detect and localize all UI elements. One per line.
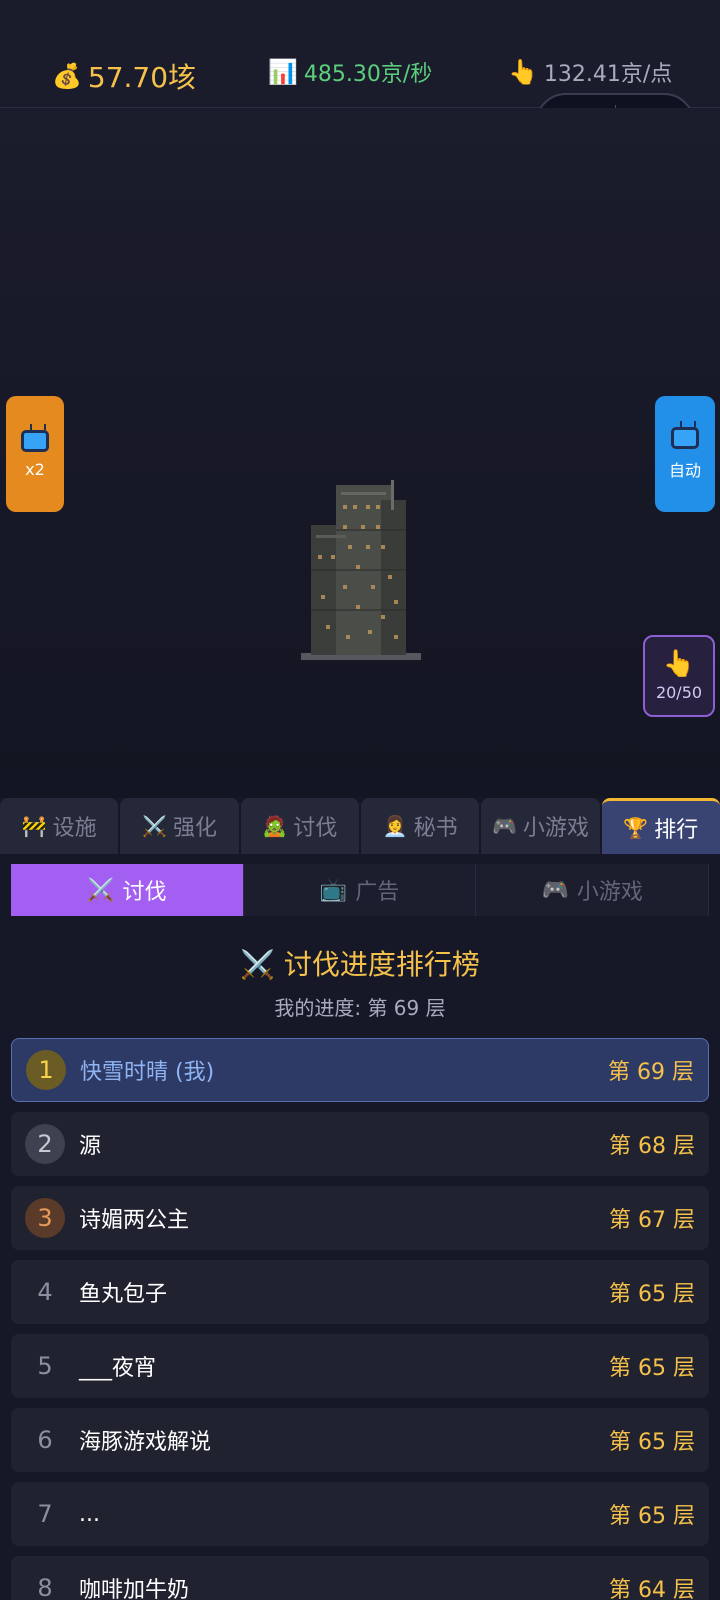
player-name: 源 (79, 1134, 102, 1159)
rank-number: 8 (37, 1574, 53, 1600)
gamepad-icon: 🎮 (492, 814, 517, 838)
player-name: 咖啡加牛奶 (79, 1578, 190, 1600)
rank-number: 4 (37, 1278, 53, 1306)
subtab-crusade[interactable]: ⚔️ 讨伐 (11, 864, 244, 916)
rank-number: 5 (37, 1352, 53, 1380)
tv-icon (21, 429, 49, 452)
auto-label: 自动 (668, 461, 701, 480)
rate-stat: 📊 485.30京/秒 (268, 56, 432, 88)
tab-label: 设施 (52, 816, 97, 841)
crossed-swords-icon: ⚔️ (87, 877, 115, 903)
tab-label: 强化 (172, 816, 217, 841)
top-stats-bar: 💰 57.70垓 📊 485.30京/秒 👆 132.41京/点 (0, 0, 720, 108)
tab-label: 小游戏 (522, 816, 589, 841)
rank-badge-silver: 2 (25, 1124, 65, 1164)
trophy-icon: 🏆 (623, 815, 649, 840)
rank-number: 6 (37, 1426, 53, 1454)
ranking-row-me[interactable]: 1 快雪时晴 (我) 第 69 层 (11, 1038, 709, 1102)
player-name: ___夜宵 (79, 1356, 157, 1381)
secretary-icon: 👩‍💼 (382, 814, 408, 838)
player-level: 第 65 层 (609, 1356, 695, 1381)
ranking-row[interactable]: 8 咖啡加牛奶 第 64 层 (11, 1556, 709, 1600)
player-level: 第 69 层 (608, 1060, 694, 1085)
subtab-minigames[interactable]: 🎮 小游戏 (476, 864, 710, 916)
player-level: 第 65 层 (609, 1282, 695, 1307)
player-level: 第 67 层 (609, 1208, 695, 1233)
zombie-icon: 🧟 (262, 814, 288, 838)
auto-ad-button[interactable]: 自动 (655, 396, 715, 512)
rank-badge-bronze: 3 (25, 1198, 65, 1238)
rate-value: 485.30京/秒 (303, 62, 433, 87)
tab-upgrade[interactable]: ⚔️ 强化 (120, 798, 239, 854)
player-name: 海豚游戏解说 (79, 1430, 212, 1455)
per-tap-value: 132.41京/点 (543, 62, 673, 87)
bar-chart-icon: 📊 (268, 58, 298, 86)
rank-number: 7 (37, 1500, 53, 1528)
x2-label: x2 (25, 459, 45, 479)
tab-crusade[interactable]: 🧟 讨伐 (240, 798, 359, 854)
player-name: ... (79, 1501, 100, 1527)
ranking-sub-tabs: ⚔️ 讨伐 📺 广告 🎮 小游戏 (11, 864, 710, 916)
player-level: 第 68 层 (609, 1134, 695, 1159)
tab-secretary[interactable]: 👩‍💼 秘书 (360, 798, 480, 854)
player-name: 鱼丸包子 (79, 1282, 168, 1307)
building-image[interactable] (296, 480, 426, 660)
main-tab-bar: 🚧 设施 ⚔️ 强化 🧟 讨伐 👩‍💼 秘书 🎮 小游戏 🏆 排行 (0, 798, 720, 854)
pointing-hand-icon: 👆 (662, 648, 696, 679)
ranking-row[interactable]: 3 诗媚两公主 第 67 层 (11, 1186, 709, 1250)
subtab-label: 小游戏 (576, 880, 643, 905)
ranking-row[interactable]: 2 源 第 68 层 (11, 1112, 709, 1176)
subtab-label: 广告 (355, 880, 400, 905)
tap-boost-button[interactable]: 👆 20/50 (643, 635, 715, 717)
player-level: 第 65 层 (609, 1430, 695, 1455)
gamepad-icon: 🎮 (541, 877, 569, 903)
ranking-row[interactable]: 7 ... 第 65 层 (11, 1482, 709, 1546)
pointing-hand-icon: 👆 (508, 58, 538, 86)
tab-label: 秘书 (413, 816, 458, 841)
tab-label: 讨伐 (293, 816, 338, 841)
gold-stat: 💰 57.70垓 (52, 56, 196, 96)
tab-label: 排行 (654, 817, 699, 843)
money-bag-icon: 💰 (52, 62, 82, 90)
player-level: 第 65 层 (609, 1504, 695, 1529)
gold-value: 57.70垓 (87, 61, 197, 94)
ranking-row[interactable]: 4 鱼丸包子 第 65 层 (11, 1260, 709, 1324)
double-reward-ad-button[interactable]: x2 (6, 396, 64, 512)
rank-badge-gold: 1 (26, 1050, 66, 1090)
construction-icon: 🚧 (21, 814, 47, 838)
ranking-row[interactable]: 6 海豚游戏解说 第 65 层 (11, 1408, 709, 1472)
subtab-label: 讨伐 (122, 880, 167, 905)
tv-icon (671, 427, 699, 449)
per-tap-stat: 👆 132.41京/点 (508, 56, 672, 88)
player-name: 快雪时晴 (我) (80, 1060, 215, 1085)
tab-minigames[interactable]: 🎮 小游戏 (481, 798, 600, 854)
my-progress-text: 我的进度: 第 69 层 (274, 996, 446, 1020)
tv-icon: 📺 (319, 877, 348, 903)
player-level: 第 64 层 (609, 1578, 695, 1600)
tab-facilities[interactable]: 🚧 设施 (0, 798, 119, 854)
tab-ranking[interactable]: 🏆 排行 (601, 798, 720, 854)
game-area[interactable]: x2 自动 👆 20/50 (0, 108, 720, 798)
subtab-ads[interactable]: 📺 广告 (244, 864, 477, 916)
ranking-row[interactable]: 5 ___夜宵 第 65 层 (11, 1334, 709, 1398)
crossed-swords-icon: ⚔️ (142, 814, 167, 838)
tap-counter: 20/50 (655, 682, 703, 702)
ranking-list: 1 快雪时晴 (我) 第 69 层 2 源 第 68 层 3 诗媚两公主 第 6… (11, 1038, 709, 1600)
ranking-title: ⚔️ 讨伐进度排行榜 (240, 948, 480, 981)
player-name: 诗媚两公主 (79, 1208, 190, 1233)
